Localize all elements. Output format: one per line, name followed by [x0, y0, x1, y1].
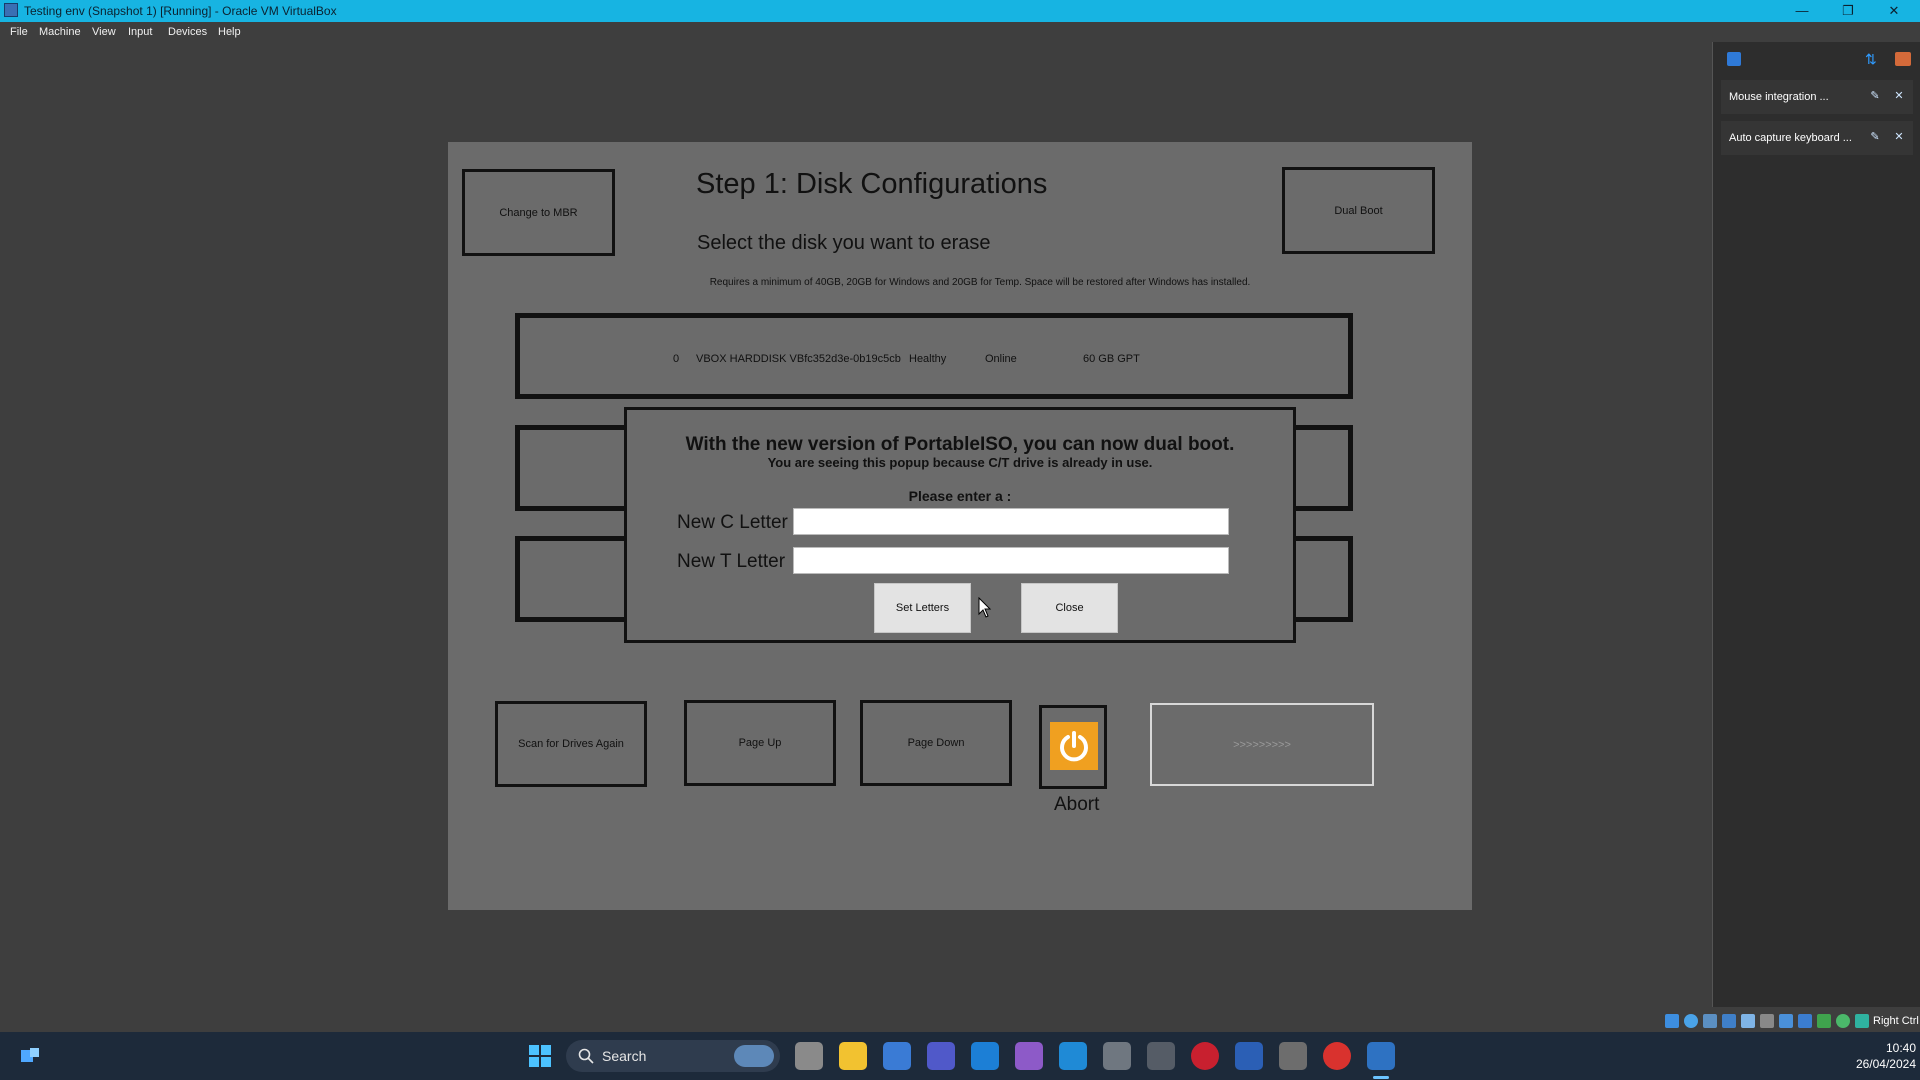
notification-close-icon[interactable]: ✕	[1892, 89, 1906, 103]
mouse-cursor-icon	[978, 597, 992, 618]
menu-devices[interactable]: Devices	[168, 26, 207, 38]
requirements-note: Requires a minimum of 40GB, 20GB for Win…	[709, 277, 1251, 288]
notification-settings-icon[interactable]: ✎	[1868, 130, 1882, 144]
clock-date: 26/04/2024	[1855, 1057, 1916, 1071]
display-icon[interactable]	[1779, 1014, 1793, 1028]
microsoft-store-icon[interactable]	[883, 1042, 911, 1070]
chrome-icon[interactable]	[1323, 1042, 1351, 1070]
popup-prompt: Please enter a :	[908, 488, 1012, 504]
menu-view[interactable]: View	[92, 26, 116, 38]
notification-mouse-integration[interactable]: Mouse integration ... ✎ ✕	[1721, 80, 1913, 114]
word-icon[interactable]	[1235, 1042, 1263, 1070]
mail-icon[interactable]	[971, 1042, 999, 1070]
page-subtitle: Select the disk you want to erase	[697, 232, 991, 254]
taskbar: Search 10:40 26/04/2024	[0, 1032, 1920, 1080]
dual-boot-popup: With the new version of PortableISO, you…	[624, 407, 1296, 643]
page-down-button[interactable]: Page Down	[860, 700, 1012, 786]
panel-clear-icon[interactable]	[1895, 52, 1911, 66]
next-button[interactable]: >>>>>>>>>	[1150, 703, 1374, 786]
vscode-icon[interactable]	[1059, 1042, 1087, 1070]
search-label: Search	[602, 1048, 647, 1064]
restore-button[interactable]: ❐	[1826, 0, 1870, 22]
panel-pin-icon[interactable]	[1727, 52, 1741, 66]
vm-display[interactable]: Change to MBR Dual Boot Step 1: Disk Con…	[448, 142, 1472, 910]
camera-app-icon[interactable]	[1103, 1042, 1131, 1070]
optical-drive-icon[interactable]	[1684, 1014, 1698, 1028]
panel-sort-icon[interactable]: ⇅	[1865, 52, 1879, 66]
network-icon[interactable]	[1722, 1014, 1736, 1028]
host-key-label: Right Ctrl	[1873, 1015, 1919, 1027]
set-letters-button[interactable]: Set Letters	[874, 583, 971, 633]
abort-label: Abort	[1054, 794, 1100, 815]
notification-text: Mouse integration ...	[1729, 91, 1829, 103]
menu-help[interactable]: Help	[218, 26, 241, 38]
task-view-icon[interactable]	[795, 1042, 823, 1070]
disk-row[interactable]: 0 VBOX HARDDISK VBfc352d3e-0b19c5cb Heal…	[515, 313, 1353, 399]
notification-panel: ⇅ Mouse integration ... ✎ ✕ Auto capture…	[1712, 42, 1920, 1007]
clock-time: 10:40	[1885, 1041, 1916, 1055]
notification-text: Auto capture keyboard ...	[1729, 132, 1852, 144]
visual-studio-icon[interactable]	[1015, 1042, 1043, 1070]
shared-folders-icon[interactable]	[1760, 1014, 1774, 1028]
notification-settings-icon[interactable]: ✎	[1868, 89, 1882, 103]
mouse-integration-icon[interactable]	[1855, 1014, 1869, 1028]
menu-bar: File Machine View Input Devices Help	[0, 22, 1920, 42]
guest-additions-icon[interactable]	[1836, 1014, 1850, 1028]
popup-title: With the new version of PortableISO, you…	[685, 434, 1235, 455]
search-highlight-icon	[734, 1045, 774, 1067]
dual-boot-button[interactable]: Dual Boot	[1282, 167, 1435, 254]
new-c-letter-label: New C Letter	[677, 512, 788, 533]
teams-icon[interactable]	[927, 1042, 955, 1070]
menu-machine[interactable]: Machine	[39, 26, 81, 38]
search-icon	[578, 1048, 594, 1064]
virtualbox-taskbar-icon[interactable]	[1367, 1042, 1395, 1070]
menu-input[interactable]: Input	[128, 26, 152, 38]
cpu-icon[interactable]	[1817, 1014, 1831, 1028]
new-c-letter-input[interactable]	[793, 508, 1229, 535]
recording-icon[interactable]	[1798, 1014, 1812, 1028]
file-explorer-icon[interactable]	[839, 1042, 867, 1070]
disk-index: 0	[673, 353, 680, 365]
clock[interactable]: 10:40 26/04/2024	[1836, 1040, 1916, 1072]
title-bar: Testing env (Snapshot 1) [Running] - Ora…	[0, 0, 1920, 22]
start-icon[interactable]	[526, 1042, 554, 1070]
power-icon	[1050, 722, 1098, 770]
active-app-indicator	[1373, 1076, 1389, 1079]
usb-icon[interactable]	[1741, 1014, 1755, 1028]
close-window-button[interactable]: ✕	[1872, 0, 1916, 22]
notification-close-icon[interactable]: ✕	[1892, 130, 1906, 144]
disk-name: VBOX HARDDISK VBfc352d3e-0b19c5cb	[696, 353, 901, 365]
menu-file[interactable]: File	[10, 26, 28, 38]
close-popup-button[interactable]: Close	[1021, 583, 1118, 633]
widgets-icon[interactable]	[18, 1044, 42, 1068]
settings-app-icon[interactable]	[1147, 1042, 1175, 1070]
unity-icon[interactable]	[1279, 1042, 1307, 1070]
new-t-letter-label: New T Letter	[677, 551, 786, 572]
page-up-button[interactable]: Page Up	[684, 700, 836, 786]
virtualbox-icon	[4, 3, 18, 17]
change-to-mbr-button[interactable]: Change to MBR	[462, 169, 615, 256]
minimize-button[interactable]: —	[1780, 0, 1824, 22]
taskbar-search[interactable]: Search	[566, 1040, 780, 1072]
disk-status: Online	[985, 353, 1017, 365]
vm-status-bar: Right Ctrl	[1660, 1010, 1920, 1032]
hdd-icon[interactable]	[1665, 1014, 1679, 1028]
scan-drives-button[interactable]: Scan for Drives Again	[495, 701, 647, 787]
window-title: Testing env (Snapshot 1) [Running] - Ora…	[24, 4, 337, 18]
notification-auto-capture[interactable]: Auto capture keyboard ... ✎ ✕	[1721, 121, 1913, 155]
page-title: Step 1: Disk Configurations	[696, 168, 1048, 200]
audio-icon[interactable]	[1703, 1014, 1717, 1028]
popup-subtitle: You are seeing this popup because C/T dr…	[767, 455, 1153, 470]
disk-size: 60 GB GPT	[1083, 353, 1140, 365]
new-t-letter-input[interactable]	[793, 547, 1229, 574]
opera-icon[interactable]	[1191, 1042, 1219, 1070]
abort-button[interactable]	[1039, 705, 1107, 789]
disk-health: Healthy	[909, 353, 947, 365]
